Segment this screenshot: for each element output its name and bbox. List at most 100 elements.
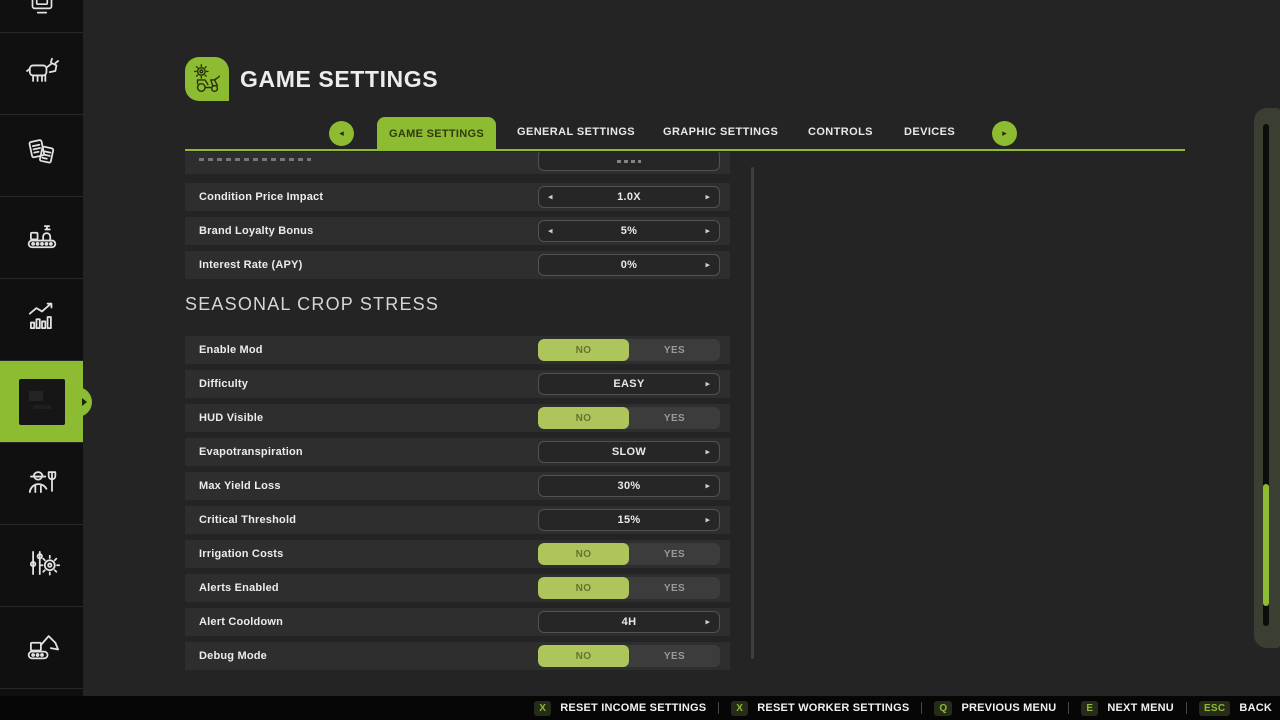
toggle-irrigation-costs: NOYES (538, 543, 720, 565)
sidebar-item-game-settings[interactable] (0, 525, 83, 607)
sidebar-item-construction[interactable] (0, 607, 83, 689)
increase-arrow-icon[interactable]: ▸ (705, 515, 710, 526)
clipped-value-sliver (617, 160, 641, 163)
toggle-option-yes[interactable]: YES (629, 339, 720, 361)
settings-sliders-icon (22, 543, 62, 588)
decrease-arrow-icon[interactable]: ◂ (548, 226, 553, 237)
setting-row-brand-loyalty-bonus: Brand Loyalty Bonus ◂ 5% ▸ (185, 217, 730, 245)
toggle-option-yes[interactable]: YES (629, 577, 720, 599)
active-item-arrow-icon (82, 398, 87, 406)
toggle-option-no[interactable]: NO (538, 577, 629, 599)
setting-label: Critical Threshold (199, 506, 296, 534)
setting-row-debug-mode: Debug ModeNOYES (185, 642, 730, 670)
shortcut-bar: X RESET INCOME SETTINGS X RESET WORKER SETT… (0, 696, 1280, 720)
toggle-option-yes[interactable]: YES (629, 407, 720, 429)
mod-thumbnail-icon (19, 379, 65, 425)
tractor-gear-icon (185, 57, 229, 101)
settings-group-economy: Condition Price Impact◂1.0X▸Brand Loyalt… (185, 183, 730, 285)
shortcut-reset-worker-settings[interactable]: RESET WORKER SETTINGS (757, 702, 909, 714)
tab-devices[interactable]: DEVICES (904, 126, 955, 138)
toggle-debug-mode: NOYES (538, 645, 720, 667)
decrease-arrow-icon[interactable]: ◂ (548, 192, 553, 203)
toggle-alerts-enabled: NOYES (538, 577, 720, 599)
setting-row-difficulty: DifficultyEASY▸ (185, 370, 730, 398)
farmer-icon (22, 461, 62, 506)
sidebar-item-mod-settings[interactable] (0, 361, 83, 443)
toggle-option-no[interactable]: NO (538, 543, 629, 565)
selector-critical-threshold[interactable]: 15% ▸ (538, 509, 720, 531)
setting-row-max-yield-loss: Max Yield Loss30%▸ (185, 472, 730, 500)
tab-game-settings[interactable]: GAME SETTINGS (377, 117, 496, 151)
toggle-option-no[interactable]: NO (538, 407, 629, 429)
shortcut-reset-income-settings[interactable]: RESET INCOME SETTINGS (560, 702, 706, 714)
setting-label: Alert Cooldown (199, 608, 283, 636)
selector-value: 15% (618, 514, 641, 526)
key-badge-esc-4: ESC (1199, 701, 1230, 716)
setting-label: HUD Visible (199, 404, 263, 432)
toggle-option-no[interactable]: NO (538, 645, 629, 667)
tab-controls[interactable]: CONTROLS (808, 126, 873, 138)
selector-value: 4H (622, 616, 637, 628)
selector-condition-price-impact[interactable]: ◂ 1.0X ▸ (538, 186, 720, 208)
selector-value: 1.0X (617, 191, 641, 203)
selector-value: 5% (621, 225, 638, 237)
contracts-icon (22, 133, 62, 178)
setting-label: Irrigation Costs (199, 540, 284, 568)
toggle-option-yes[interactable]: YES (629, 645, 720, 667)
tab-underline (185, 149, 1185, 151)
increase-arrow-icon[interactable]: ▸ (705, 447, 710, 458)
setting-row-hud-visible: HUD Visible NOYES (185, 404, 730, 432)
setting-row-enable-mod: Enable Mod NOYES (185, 336, 730, 364)
key-badge-x-1: X (731, 701, 748, 716)
selector-max-yield-loss[interactable]: 30%▸ (538, 475, 720, 497)
clipped-label-sliver (199, 158, 311, 161)
sidebar-item-top[interactable] (0, 0, 83, 33)
page-scrollbar-track[interactable] (1263, 124, 1269, 626)
shortcut-back[interactable]: BACK (1239, 702, 1272, 714)
clipped-selector[interactable] (538, 152, 720, 171)
increase-arrow-icon[interactable]: ▸ (705, 617, 710, 628)
selector-evapotranspiration[interactable]: SLOW▸ (538, 441, 720, 463)
toggle-option-yes[interactable]: YES (629, 543, 720, 565)
tabs-prev-button[interactable]: ◂ (329, 121, 354, 146)
sidebar-item-workers[interactable] (0, 443, 83, 525)
increase-arrow-icon[interactable]: ▸ (705, 379, 710, 390)
shortcut-separator (1186, 702, 1187, 714)
selector-difficulty[interactable]: EASY▸ (538, 373, 720, 395)
sidebar-item-contracts[interactable] (0, 115, 83, 197)
increase-arrow-icon[interactable]: ▸ (705, 226, 710, 237)
tab-graphic-settings[interactable]: GRAPHIC SETTINGS (663, 126, 778, 138)
key-badge-x-0: X (534, 701, 551, 716)
setting-label: Brand Loyalty Bonus (199, 217, 313, 245)
screen-partial-icon (23, 7, 61, 25)
selector-interest-rate-apy[interactable]: 0%▸ (538, 254, 720, 276)
shortcut-next-menu[interactable]: NEXT MENU (1107, 702, 1174, 714)
setting-label: Enable Mod (199, 336, 263, 364)
shortcut-separator (921, 702, 922, 714)
increase-arrow-icon[interactable]: ▸ (705, 481, 710, 492)
setting-label: Alerts Enabled (199, 574, 279, 602)
page-scrollbar-thumb[interactable] (1263, 484, 1269, 606)
selector-brand-loyalty-bonus[interactable]: ◂ 5% ▸ (538, 220, 720, 242)
increase-arrow-icon[interactable]: ▸ (705, 260, 710, 271)
shortcut-separator (718, 702, 719, 714)
settings-group-seasonal-crop-stress: Enable ModNOYESDifficultyEASY▸HUD Visibl… (185, 336, 730, 676)
shortcut-previous-menu[interactable]: PREVIOUS MENU (961, 702, 1056, 714)
toggle-option-no[interactable]: NO (538, 339, 629, 361)
selector-alert-cooldown[interactable]: 4H ▸ (538, 611, 720, 633)
sidebar-item-statistics[interactable] (0, 279, 83, 361)
sidebar-item-animals[interactable] (0, 33, 83, 115)
tabs-next-button[interactable]: ▸ (992, 121, 1017, 146)
setting-row-critical-threshold: Critical Threshold 15% ▸ (185, 506, 730, 534)
toggle-hud-visible: NOYES (538, 407, 720, 429)
content-scrollbar[interactable] (751, 167, 754, 659)
sidebar-item-production[interactable] (0, 197, 83, 279)
production-icon (22, 215, 62, 260)
cow-icon (22, 51, 62, 96)
key-badge-q-2: Q (934, 701, 952, 716)
key-badge-e-3: E (1081, 701, 1098, 716)
tab-general-settings[interactable]: GENERAL SETTINGS (517, 126, 635, 138)
increase-arrow-icon[interactable]: ▸ (705, 192, 710, 203)
statistics-icon (22, 297, 62, 342)
game-settings-screen: GAME SETTINGS ◂ GAME SETTINGSGENERAL SET… (0, 0, 1280, 720)
